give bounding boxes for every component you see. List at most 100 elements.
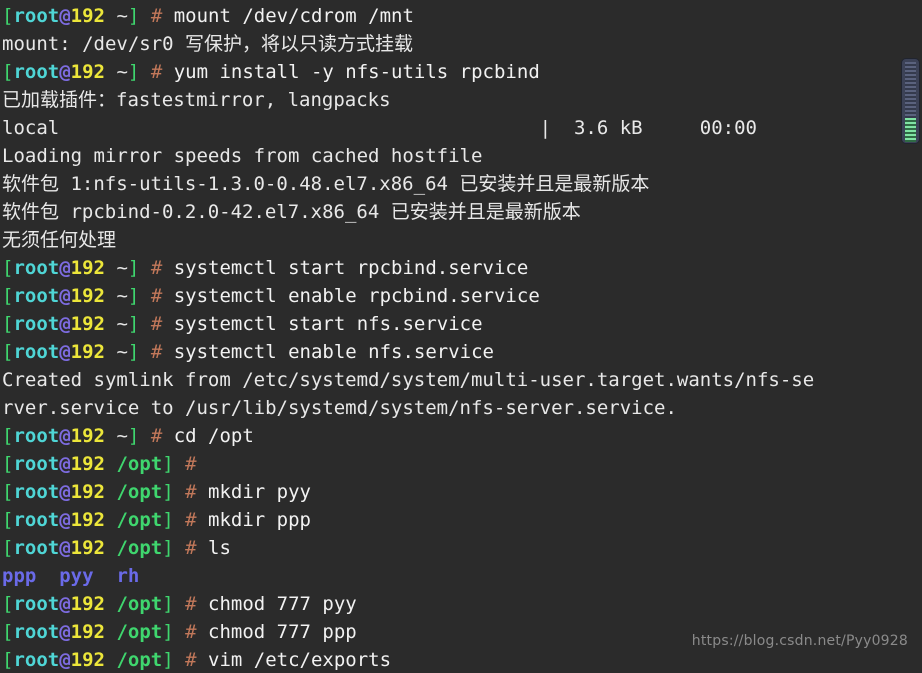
terminal-output-line: rver.service to /usr/lib/systemd/system/…	[2, 394, 920, 422]
terminal-prompt-line: [root@192 ~] # systemctl start rpcbind.s…	[2, 254, 920, 282]
prompt-open-bracket: [	[2, 5, 14, 27]
prompt-hash: #	[185, 537, 197, 559]
prompt-close-bracket: ]	[162, 453, 174, 475]
terminal-output-text: local | 3.6 kB 00:00	[2, 117, 757, 139]
terminal-prompt-line: [root@192 /opt] # mkdir pyy	[2, 478, 920, 506]
vertical-scrollbar-thumb[interactable]	[901, 58, 920, 144]
prompt-close-bracket: ]	[162, 509, 174, 531]
terminal-command-text: cd /opt	[162, 425, 254, 447]
prompt-host: 192	[70, 621, 105, 643]
prompt-hash: #	[150, 61, 163, 83]
terminal-output-area[interactable]: [root@192 ~] # mount /dev/cdrom /mnt moun…	[0, 0, 920, 673]
terminal-prompt-line: [root@192 /opt] # mkdir ppp	[2, 506, 920, 534]
terminal-output-text: 已安装并且是最新版本	[459, 173, 650, 195]
prompt-close-bracket: ]	[127, 285, 140, 307]
prompt-host: 192	[70, 341, 105, 363]
prompt-user: root	[13, 341, 60, 363]
watermark-text: https://blog.csdn.net/Pyy0928	[691, 633, 908, 649]
terminal-command-text: systemctl enable nfs.service	[162, 341, 494, 363]
terminal-output-line: 软件包 rpcbind-0.2.0-42.el7.x86_64 已安装并且是最新…	[2, 198, 920, 226]
prompt-open-bracket: [	[2, 509, 14, 531]
terminal-output-text: mount: /dev/sr0	[2, 33, 186, 55]
prompt-host: 192	[70, 313, 105, 335]
prompt-close-bracket: ]	[162, 481, 174, 503]
terminal-command-text: mkdir pyy	[196, 481, 311, 503]
prompt-host: 192	[70, 481, 105, 503]
prompt-cwd: ~	[116, 257, 128, 279]
terminal-output-text: 1:nfs-utils-1.3.0-0.48.el7.x86_64	[59, 173, 460, 195]
terminal-command-text: yum install -y nfs-utils rpcbind	[162, 61, 540, 83]
prompt-host: 192	[70, 537, 105, 559]
terminal-output-text: 软件包	[2, 173, 60, 195]
terminal-output-line: 无须任何处理	[2, 226, 920, 254]
listing-gap	[94, 565, 117, 587]
prompt-user: root	[13, 257, 60, 279]
prompt-close-bracket: ]	[127, 257, 140, 279]
prompt-host: 192	[70, 61, 105, 83]
prompt-open-bracket: [	[2, 649, 14, 671]
prompt-open-bracket: [	[2, 481, 14, 503]
prompt-cwd: /opt	[116, 621, 163, 643]
prompt-open-bracket: [	[2, 593, 14, 615]
prompt-host: 192	[70, 425, 105, 447]
prompt-close-bracket: ]	[127, 341, 140, 363]
terminal-output-text: 软件包	[2, 201, 60, 223]
prompt-hash: #	[185, 649, 197, 671]
prompt-at-sign: @	[59, 453, 71, 475]
prompt-cwd: /opt	[116, 593, 163, 615]
terminal-output-text: Created symlink from /etc/systemd/system…	[2, 369, 815, 391]
prompt-cwd: ~	[116, 341, 128, 363]
prompt-close-bracket: ]	[127, 5, 140, 27]
prompt-at-sign: @	[59, 649, 71, 671]
prompt-user: root	[13, 509, 60, 531]
prompt-at-sign: @	[59, 621, 71, 643]
prompt-hash: #	[185, 481, 197, 503]
prompt-host: 192	[70, 5, 105, 27]
terminal-command-text: systemctl enable rpcbind.service	[162, 285, 540, 307]
prompt-close-bracket: ]	[162, 649, 174, 671]
terminal-command-text: mount /dev/cdrom /mnt	[162, 5, 414, 27]
terminal-output-line: local | 3.6 kB 00:00	[2, 114, 920, 142]
prompt-cwd: ~	[116, 313, 128, 335]
prompt-at-sign: @	[59, 61, 71, 83]
vertical-scrollbar-track[interactable]	[900, 0, 922, 673]
prompt-host: 192	[70, 593, 105, 615]
prompt-hash: #	[150, 285, 163, 307]
prompt-close-bracket: ]	[162, 593, 174, 615]
terminal-prompt-line: [root@192 /opt] # chmod 777 pyy	[2, 590, 920, 618]
prompt-cwd: ~	[116, 61, 128, 83]
prompt-user: root	[13, 593, 60, 615]
terminal-prompt-line: [root@192 ~] # mount /dev/cdrom /mnt	[2, 2, 920, 30]
prompt-at-sign: @	[59, 313, 71, 335]
terminal-prompt-line: [root@192 ~] # systemctl enable rpcbind.…	[2, 282, 920, 310]
prompt-open-bracket: [	[2, 313, 14, 335]
prompt-hash: #	[150, 5, 163, 27]
terminal-output-text: rver.service to /usr/lib/systemd/system/…	[2, 397, 677, 419]
prompt-at-sign: @	[59, 5, 71, 27]
directory-entry: rh	[116, 565, 140, 587]
terminal-command-text: chmod 777 ppp	[196, 621, 357, 643]
terminal-output-line: 软件包 1:nfs-utils-1.3.0-0.48.el7.x86_64 已安…	[2, 170, 920, 198]
terminal-output-text: rpcbind-0.2.0-42.el7.x86_64	[59, 201, 391, 223]
terminal-window[interactable]: [root@192 ~] # mount /dev/cdrom /mnt moun…	[0, 0, 922, 673]
prompt-cwd: /opt	[116, 453, 163, 475]
prompt-open-bracket: [	[2, 285, 14, 307]
prompt-hash: #	[185, 453, 197, 475]
prompt-cwd: ~	[116, 425, 128, 447]
terminal-command-text: systemctl start nfs.service	[162, 313, 483, 335]
prompt-user: root	[13, 649, 60, 671]
